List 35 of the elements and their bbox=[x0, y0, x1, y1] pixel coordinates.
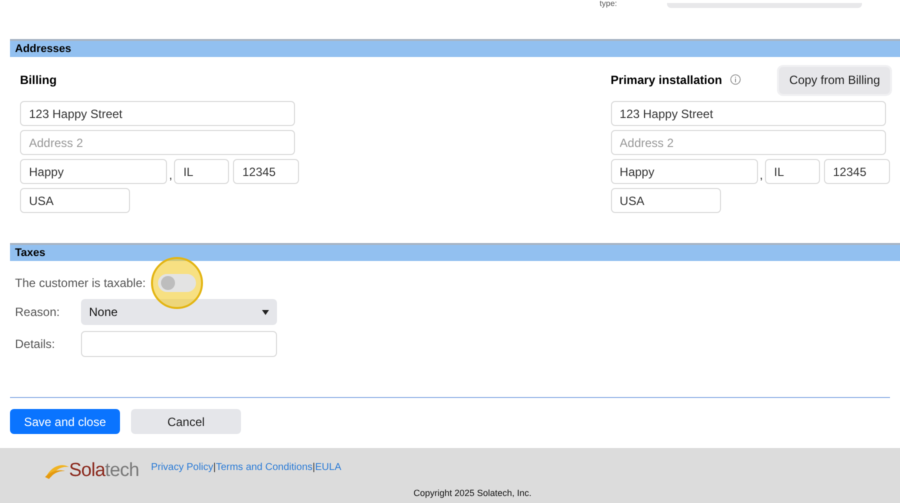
state-field[interactable]: IL bbox=[174, 159, 230, 184]
street-field[interactable]: 123 Happy Street bbox=[20, 101, 295, 126]
info-icon[interactable] bbox=[730, 74, 742, 84]
city-field[interactable]: Happy bbox=[610, 159, 758, 184]
caret-icon bbox=[262, 310, 269, 314]
column-heading: Primary installation bbox=[610, 72, 722, 89]
city-field[interactable]: Happy bbox=[20, 159, 167, 184]
link-separator: | bbox=[213, 461, 216, 475]
cancel-button[interactable]: Cancel bbox=[131, 409, 241, 434]
save-button[interactable]: Save and close bbox=[10, 409, 120, 434]
street-field[interactable]: 123 Happy Street bbox=[610, 101, 886, 126]
comma-separator: , bbox=[760, 167, 763, 184]
link-separator: | bbox=[312, 461, 316, 475]
details-field[interactable] bbox=[81, 331, 277, 357]
copyright-text: Copyright 2025 Solatech, Inc. bbox=[413, 487, 532, 500]
field-label: type: bbox=[600, 0, 617, 8]
section-header: Taxes bbox=[10, 243, 900, 261]
comma-separator: , bbox=[169, 167, 172, 184]
address-2-field[interactable]: Address 2 bbox=[610, 130, 886, 155]
swoosh-icon bbox=[45, 462, 69, 478]
taxable-toggle[interactable] bbox=[158, 274, 196, 292]
zip-field[interactable]: 12345 bbox=[824, 159, 890, 184]
state-field[interactable]: IL bbox=[765, 159, 820, 184]
taxable-label: The customer is taxable: bbox=[15, 275, 146, 292]
solatech-logo: Solatech bbox=[45, 460, 139, 480]
address-2-field[interactable]: Address 2 bbox=[20, 130, 295, 155]
column-heading: Billing bbox=[20, 72, 57, 89]
section-header: Addresses bbox=[10, 39, 900, 57]
copy-from-billing-button[interactable]: Copy from Billing bbox=[779, 66, 890, 94]
reason-dropdown[interactable]: None bbox=[81, 299, 277, 325]
zip-field[interactable]: 12345 bbox=[233, 159, 300, 184]
country-field[interactable]: USA bbox=[610, 188, 721, 213]
details-label: Details: bbox=[15, 336, 56, 353]
country-field[interactable]: USA bbox=[20, 188, 130, 213]
reason-label: Reason: bbox=[15, 304, 61, 321]
